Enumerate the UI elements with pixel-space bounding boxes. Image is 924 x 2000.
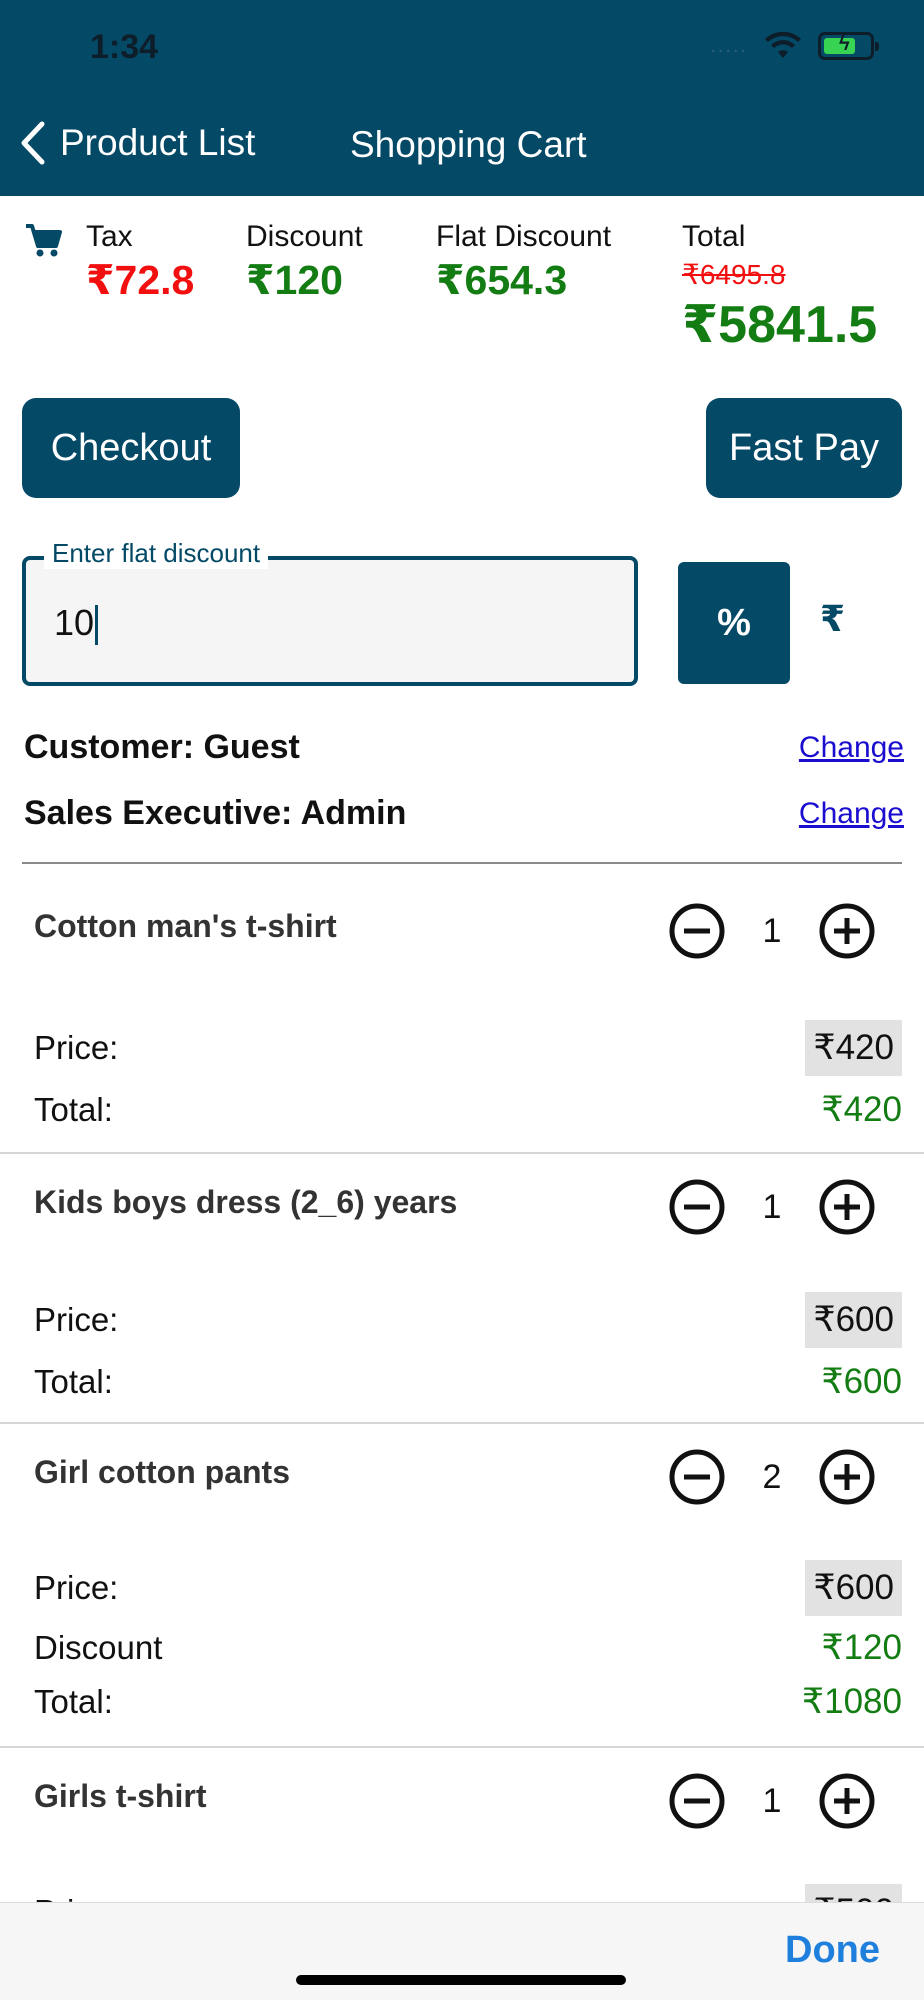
flat-discount-field-label: Enter flat discount	[44, 538, 269, 569]
customer-row: Customer: Guest Change	[24, 728, 904, 767]
price-row: Price: ₹600	[34, 1560, 902, 1616]
battery-icon: ϟ	[818, 32, 879, 60]
flat-discount-summary: Flat Discount ₹654.3	[436, 220, 611, 304]
quantity-stepper: 1	[668, 1772, 876, 1830]
discount-row: Discount ₹120	[34, 1628, 902, 1668]
plus-circle-icon[interactable]	[818, 1178, 876, 1236]
change-sales-executive-link[interactable]: Change	[799, 797, 904, 831]
status-icons: ..... ϟ	[710, 32, 879, 60]
back-button[interactable]: Product List	[18, 120, 255, 166]
price-value: ₹600	[805, 1560, 902, 1616]
item-name: Girls t-shirt	[34, 1778, 207, 1814]
discount-value: ₹120	[246, 257, 343, 303]
item-name: Cotton man's t-shirt	[34, 908, 337, 944]
minus-circle-icon[interactable]	[668, 1772, 726, 1830]
cart-item: Cotton man's t-shirt 1 Price: ₹420 Total…	[0, 880, 924, 1154]
discount-value: ₹120	[821, 1628, 902, 1667]
cart-item: Girl cotton pants 2 Price: ₹600 Discount…	[0, 1426, 924, 1748]
minus-circle-icon[interactable]	[668, 902, 726, 960]
flat-discount-label: Flat Discount	[436, 220, 612, 253]
tax-value: ₹72.8	[86, 257, 195, 303]
keyboard-accessory-bar: Done	[0, 1902, 924, 2000]
minus-circle-icon[interactable]	[668, 1178, 726, 1236]
quantity-value: 1	[762, 1187, 782, 1226]
quantity-stepper: 2	[668, 1448, 876, 1506]
discount-label: Discount	[34, 1629, 163, 1666]
plus-circle-icon[interactable]	[818, 1448, 876, 1506]
total-value: ₹600	[821, 1362, 902, 1401]
home-indicator	[296, 1975, 626, 1985]
quantity-value: 1	[762, 911, 782, 950]
discount-label: Discount	[246, 220, 363, 253]
item-name: Girl cotton pants	[34, 1454, 290, 1490]
total-label: Total:	[34, 1091, 113, 1128]
flat-discount-input[interactable]: 10	[54, 602, 554, 646]
chevron-left-icon	[21, 121, 45, 165]
change-customer-link[interactable]: Change	[799, 731, 904, 765]
quantity-stepper: 1	[668, 1178, 876, 1236]
sales-executive-label: Sales Executive: Admin	[24, 794, 407, 832]
percent-toggle-button[interactable]: %	[678, 562, 790, 684]
fast-pay-button[interactable]: Fast Pay	[706, 398, 902, 498]
cart-icon	[26, 224, 62, 257]
checkout-button[interactable]: Checkout	[22, 398, 240, 498]
flat-discount-value: ₹654.3	[436, 257, 568, 303]
flat-discount-input-value: 10	[54, 602, 95, 643]
done-button[interactable]: Done	[785, 1929, 880, 1972]
total-label: Total:	[34, 1363, 113, 1400]
price-label: Price:	[34, 1029, 119, 1066]
divider	[22, 862, 902, 864]
quantity-stepper: 1	[668, 902, 876, 960]
price-row: Price: ₹600	[34, 1292, 902, 1348]
total-row: Total: ₹600	[34, 1362, 902, 1402]
back-button-label: Product List	[60, 122, 256, 163]
total-label: Total	[682, 220, 746, 253]
original-total: ₹6495.8	[682, 259, 786, 290]
customer-label: Customer: Guest	[24, 728, 300, 766]
app-header: 1:34 ..... ϟ Product List Shopping Cart	[0, 0, 924, 196]
quantity-value: 2	[762, 1457, 782, 1496]
total-value: ₹1080	[801, 1682, 902, 1721]
flat-discount-field[interactable]: Enter flat discount 10	[22, 538, 638, 686]
final-total: ₹5841.5	[682, 296, 878, 354]
price-label: Price:	[34, 1301, 119, 1338]
total-summary: Total ₹6495.8 ₹5841.5	[682, 220, 877, 355]
total-label: Total:	[34, 1683, 113, 1720]
item-name: Kids boys dress (2_6) years	[34, 1184, 458, 1220]
page-title: Shopping Cart	[350, 124, 587, 165]
wifi-icon	[765, 32, 801, 58]
cellular-signal-icon: .....	[710, 34, 748, 57]
tax-label: Tax	[86, 220, 133, 253]
total-value: ₹420	[821, 1090, 902, 1129]
status-time: 1:34	[90, 28, 159, 66]
minus-circle-icon[interactable]	[668, 1448, 726, 1506]
cart-item: Kids boys dress (2_6) years 1 Price: ₹60…	[0, 1156, 924, 1424]
tax-summary: Tax ₹72.8	[86, 220, 194, 304]
total-row: Total: ₹1080	[34, 1682, 902, 1722]
price-row: Price: ₹420	[34, 1020, 902, 1076]
sales-executive-row: Sales Executive: Admin Change	[24, 794, 904, 833]
total-row: Total: ₹420	[34, 1090, 902, 1130]
text-cursor	[95, 605, 99, 646]
price-label: Price:	[34, 1569, 119, 1606]
plus-circle-icon[interactable]	[818, 1772, 876, 1830]
discount-summary: Discount ₹120	[246, 220, 363, 304]
cart-summary: Tax ₹72.8 Discount ₹120 Flat Discount ₹6…	[0, 220, 924, 360]
rupee-toggle-button[interactable]: ₹	[820, 598, 845, 640]
price-value: ₹420	[805, 1020, 902, 1076]
price-value: ₹600	[805, 1292, 902, 1348]
quantity-value: 1	[762, 1781, 782, 1820]
plus-circle-icon[interactable]	[818, 902, 876, 960]
